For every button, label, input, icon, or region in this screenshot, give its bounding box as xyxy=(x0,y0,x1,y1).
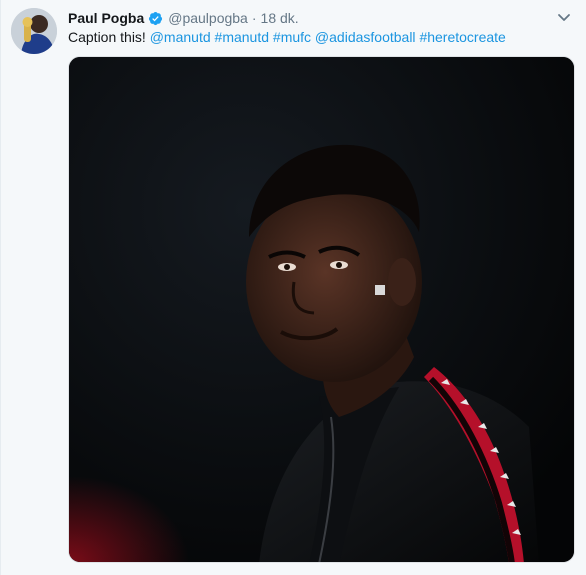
mention-manutd[interactable]: @manutd xyxy=(150,29,211,45)
hashtag-mufc[interactable]: #mufc xyxy=(273,29,311,45)
timestamp[interactable]: 18 dk. xyxy=(261,10,299,26)
tweet-caption: Caption this! xyxy=(68,29,146,45)
tweet-header: Paul Pogba @paulpogba · 18 dk. xyxy=(68,8,299,28)
avatar-image xyxy=(11,8,57,54)
hashtag-heretocreate[interactable]: #heretocreate xyxy=(419,29,505,45)
hashtag-manutd[interactable]: #manutd xyxy=(215,29,269,45)
verified-badge-icon xyxy=(149,11,163,25)
separator-dot: · xyxy=(251,10,257,26)
portrait-photo xyxy=(69,57,574,562)
mention-adidasfootball[interactable]: @adidasfootball xyxy=(315,29,416,45)
tweet-text: Caption this! @manutd #manutd #mufc @adi… xyxy=(68,28,576,46)
tweet-media-photo[interactable] xyxy=(68,56,575,563)
avatar[interactable] xyxy=(11,8,57,54)
author-name[interactable]: Paul Pogba xyxy=(68,10,144,26)
tweet-card[interactable]: Paul Pogba @paulpogba · 18 dk. Caption t… xyxy=(0,0,586,575)
chevron-down-icon[interactable] xyxy=(556,9,572,25)
author-handle[interactable]: @paulpogba xyxy=(168,10,248,26)
